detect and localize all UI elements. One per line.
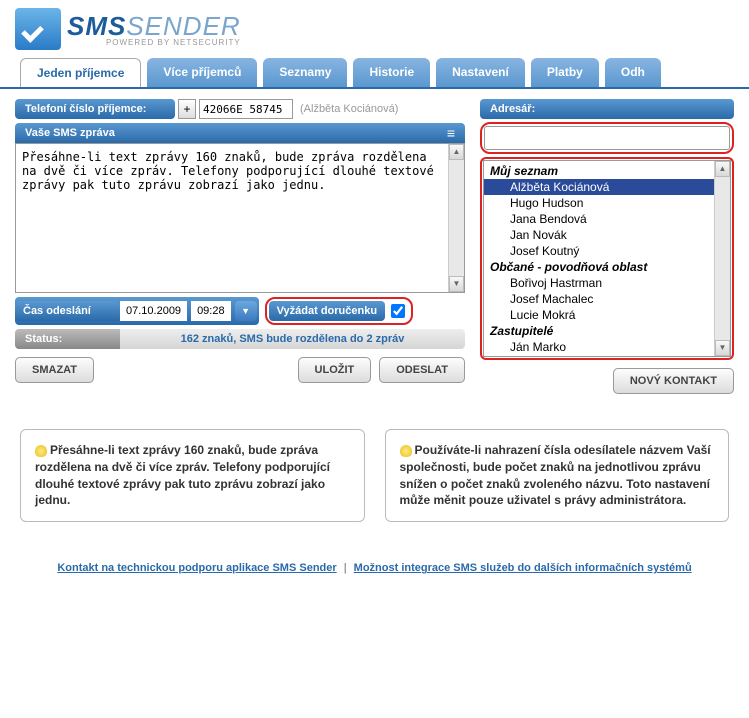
- addressbook-highlight: Můj seznamAlžběta KociánováHugo HudsonJa…: [480, 157, 734, 360]
- status-text: 162 znaků, SMS bude rozdělena do 2 zpráv: [120, 329, 465, 349]
- addressbook-label: Adresář:: [480, 99, 734, 119]
- tab-single-recipient[interactable]: Jeden příjemce: [20, 58, 141, 87]
- message-textarea[interactable]: [16, 144, 464, 289]
- list-item[interactable]: Lucie Mokrá: [484, 307, 730, 323]
- list-item[interactable]: Josef Koutný: [484, 243, 730, 259]
- menu-lines-icon[interactable]: ≡: [447, 128, 455, 138]
- phone-input[interactable]: [199, 99, 293, 119]
- list-item[interactable]: Alžběta Kociánová: [484, 179, 730, 195]
- status-label: Status:: [15, 329, 120, 349]
- tab-logout[interactable]: Odh: [605, 58, 661, 87]
- list-group-header: Občané - povodňová oblast: [484, 259, 730, 275]
- list-item[interactable]: Jana Bendová: [484, 211, 730, 227]
- logo-area: SMSSENDER POWERED BY NETSECURITY: [0, 0, 749, 58]
- delivery-receipt-label: Vyžádat doručenku: [269, 301, 385, 321]
- send-date-field[interactable]: 07.10.2009: [120, 301, 187, 321]
- phone-resolved-name: (Alžběta Kociánová): [300, 103, 398, 115]
- save-button[interactable]: ULOŽIT: [298, 357, 372, 383]
- list-item[interactable]: Hugo Hudson: [484, 195, 730, 211]
- tabs: Jeden příjemce Více příjemců Seznamy His…: [0, 58, 749, 89]
- list-scrollbar[interactable]: ▲ ▼: [714, 161, 730, 356]
- bulb-icon: [400, 445, 412, 457]
- search-highlight: [480, 122, 734, 154]
- footer-link-support[interactable]: Kontakt na technickou podporu aplikace S…: [57, 562, 336, 574]
- message-header: Vaše SMS zpráva ≡: [15, 123, 465, 143]
- list-group-header: Zastupitelé: [484, 323, 730, 339]
- new-contact-button[interactable]: NOVÝ KONTAKT: [613, 368, 734, 394]
- clear-button[interactable]: SMAZAT: [15, 357, 94, 383]
- footer: Kontakt na technickou podporu aplikace S…: [0, 537, 749, 589]
- tip-right: Používáte-li nahrazení čísla odesílatele…: [385, 429, 730, 522]
- delivery-receipt-checkbox[interactable]: [391, 304, 405, 318]
- scroll-down-icon[interactable]: ▼: [449, 276, 464, 292]
- tab-lists[interactable]: Seznamy: [263, 58, 347, 87]
- delivery-receipt-highlight: Vyžádat doručenku: [265, 297, 413, 325]
- addressbook-list: Můj seznamAlžběta KociánováHugo HudsonJa…: [484, 161, 730, 357]
- bulb-icon: [35, 445, 47, 457]
- logo-check-icon: [15, 8, 61, 50]
- list-item[interactable]: Josef Machalec: [484, 291, 730, 307]
- list-item[interactable]: Bořivoj Hastrman: [484, 275, 730, 291]
- addressbook-search-input[interactable]: [484, 126, 730, 150]
- scroll-up-icon[interactable]: ▲: [715, 161, 730, 177]
- tab-multi-recipients[interactable]: Více příjemců: [147, 58, 257, 87]
- list-item[interactable]: Jan Novák: [484, 227, 730, 243]
- textarea-scrollbar[interactable]: ▲ ▼: [448, 144, 464, 292]
- tip-left: Přesáhne-li text zprávy 160 znaků, bude …: [20, 429, 365, 522]
- send-hour-field[interactable]: 09:28: [191, 301, 231, 321]
- list-group-header: Můj seznam: [484, 163, 730, 179]
- tab-payments[interactable]: Platby: [531, 58, 599, 87]
- list-item[interactable]: Ján Marko: [484, 339, 730, 355]
- phone-prefix: +: [178, 99, 196, 119]
- chevron-down-icon[interactable]: ▼: [235, 301, 257, 321]
- scroll-up-icon[interactable]: ▲: [449, 144, 464, 160]
- tab-history[interactable]: Historie: [353, 58, 430, 87]
- footer-link-integration[interactable]: Možnost integrace SMS služeb do dalších …: [354, 562, 692, 574]
- send-button[interactable]: ODESLAT: [379, 357, 465, 383]
- tab-settings[interactable]: Nastavení: [436, 58, 525, 87]
- logo-text: SMSSENDER: [67, 11, 241, 41]
- phone-label: Telefoní číslo příjemce:: [15, 99, 175, 119]
- scroll-down-icon[interactable]: ▼: [715, 340, 730, 356]
- send-time-label: Čas odeslání: [15, 301, 120, 321]
